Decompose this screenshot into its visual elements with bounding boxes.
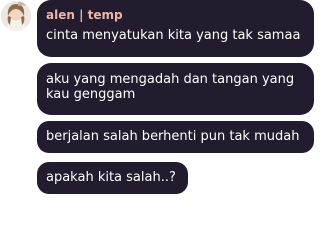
author-name[interactable]: alen | temp xyxy=(46,8,306,22)
chat-thread: alen | temp cinta menyatukan kita yang t… xyxy=(0,0,320,247)
message-text: apakah kita salah..? xyxy=(46,170,176,185)
message-bubble[interactable]: alen | temp cinta menyatukan kita yang t… xyxy=(37,0,314,57)
message-text: berjalan salah berhenti pun tak mudah xyxy=(46,129,300,144)
message-bubble[interactable]: apakah kita salah..? xyxy=(37,162,188,194)
message-text-line: aku yang mengadah dan tangan yang xyxy=(46,72,295,87)
message-bubble[interactable]: aku yang mengadah dan tangan yang kau ge… xyxy=(37,63,314,115)
message-bubble[interactable]: berjalan salah berhenti pun tak mudah xyxy=(37,121,314,153)
message-text: cinta menyatukan kita yang tak samaa xyxy=(46,28,301,43)
message-text-line: kau genggam xyxy=(46,87,136,102)
avatar-image xyxy=(1,1,31,31)
avatar[interactable] xyxy=(1,1,31,31)
